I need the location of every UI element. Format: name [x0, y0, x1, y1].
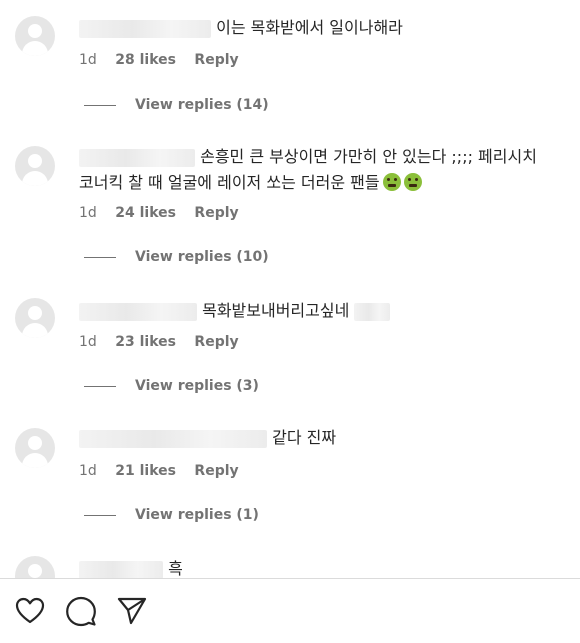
comment-meta: 1d 21 likes Reply	[79, 463, 253, 479]
comment-text-block: 같다 진짜	[79, 425, 549, 451]
view-replies-label: View replies (14)	[135, 97, 269, 113]
like-count[interactable]: 24 likes	[115, 205, 176, 221]
send-icon[interactable]	[116, 595, 148, 627]
username-redacted[interactable]	[79, 19, 211, 38]
nauseated-face-emoji-icon	[382, 173, 401, 191]
divider-line	[84, 514, 116, 516]
comment-text: 목화밭보내버리고싶네	[202, 301, 350, 320]
view-replies-button[interactable]: View replies (14)	[84, 97, 269, 113]
comment-time: 1d	[79, 205, 97, 221]
like-count[interactable]: 28 likes	[115, 52, 176, 68]
comment-icon[interactable]	[65, 595, 97, 627]
avatar[interactable]	[15, 16, 55, 56]
username-redacted[interactable]	[79, 302, 197, 321]
like-count[interactable]: 23 likes	[115, 334, 176, 350]
view-replies-label: View replies (3)	[135, 378, 259, 394]
avatar[interactable]	[15, 556, 55, 578]
view-replies-button[interactable]: View replies (1)	[84, 507, 259, 523]
comment-text: 흑	[168, 559, 183, 578]
comment-meta: 1d 28 likes Reply	[79, 52, 253, 68]
view-replies-button[interactable]: View replies (10)	[84, 249, 269, 265]
comment-meta: 1d 24 likes Reply	[79, 205, 253, 221]
divider-line	[84, 385, 116, 387]
comment-text-block: 목화밭보내버리고싶네	[79, 298, 549, 324]
action-bar	[0, 578, 580, 643]
username-redacted[interactable]	[79, 429, 267, 448]
comment-text: 같다 진짜	[272, 428, 337, 447]
reply-button[interactable]: Reply	[194, 334, 238, 350]
comment-text-block: 이는 목화받에서 일이나해라	[79, 15, 549, 41]
comment-time: 1d	[79, 334, 97, 350]
divider-line	[84, 256, 116, 258]
comment-time: 1d	[79, 52, 97, 68]
reply-button[interactable]: Reply	[194, 463, 238, 479]
view-replies-label: View replies (10)	[135, 249, 269, 265]
comment-meta: 1d 23 likes Reply	[79, 334, 253, 350]
username-redacted[interactable]	[79, 148, 195, 167]
avatar[interactable]	[15, 298, 55, 338]
view-replies-button[interactable]: View replies (3)	[84, 378, 259, 394]
comment-text: 이는 목화받에서 일이나해라	[216, 18, 403, 37]
username-redacted[interactable]	[79, 560, 163, 578]
reply-button[interactable]: Reply	[194, 52, 238, 68]
redacted-text	[354, 302, 391, 321]
comments-list: 이는 목화받에서 일이나해라 1d 28 likes Reply View re…	[0, 0, 580, 578]
avatar[interactable]	[15, 428, 55, 468]
avatar[interactable]	[15, 146, 55, 186]
divider-line	[84, 104, 116, 106]
comment-text-block: 손흥민 큰 부상이면 가만히 안 있는다 ;;;; 페리시치 코너킥 찰 때 얼…	[79, 144, 549, 196]
view-replies-label: View replies (1)	[135, 507, 259, 523]
comment-text-block: 흑	[79, 556, 549, 578]
reply-button[interactable]: Reply	[194, 205, 238, 221]
like-count[interactable]: 21 likes	[115, 463, 176, 479]
heart-icon[interactable]	[14, 595, 46, 627]
nauseated-face-emoji-icon	[403, 173, 422, 191]
comment-time: 1d	[79, 463, 97, 479]
